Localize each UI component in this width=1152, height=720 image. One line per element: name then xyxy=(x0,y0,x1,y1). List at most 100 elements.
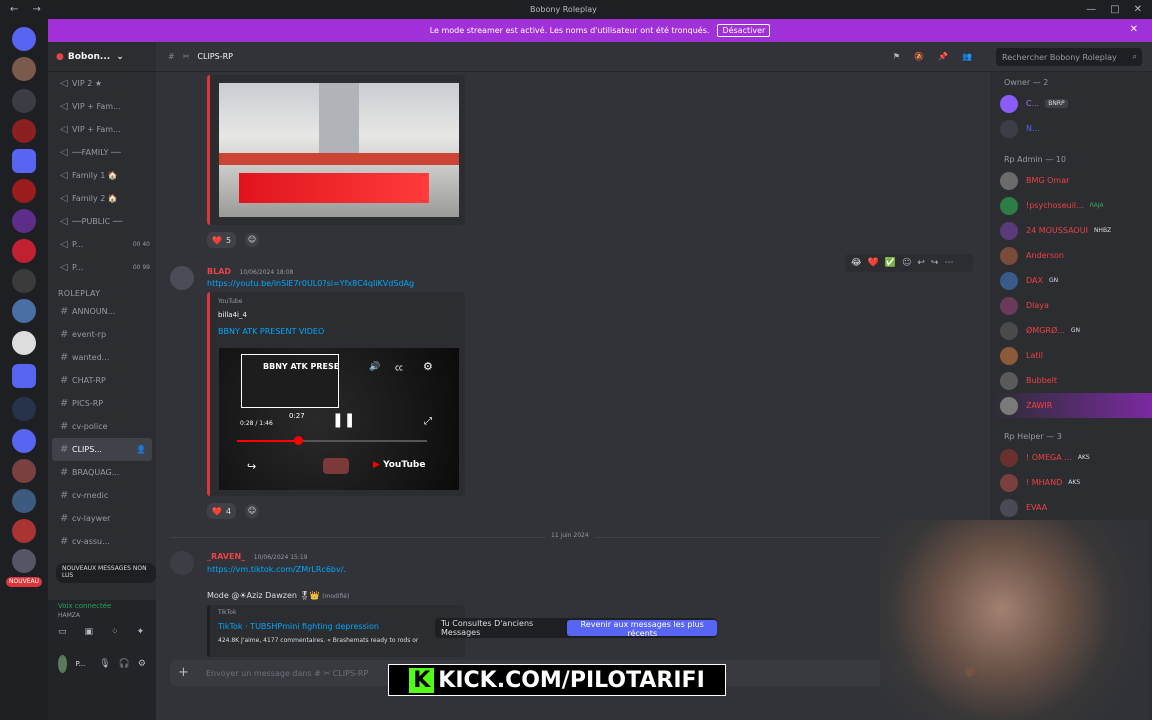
server-icon[interactable] xyxy=(12,429,36,453)
add-reaction-icon[interactable]: ☺ xyxy=(902,258,911,268)
author-name[interactable]: BLAD xyxy=(207,267,231,276)
reaction-heart[interactable]: ❤️ 5 xyxy=(207,232,237,248)
channel-item[interactable]: # cv-medic xyxy=(48,484,156,507)
server-icon[interactable] xyxy=(12,57,36,81)
server-icon[interactable] xyxy=(12,269,36,293)
member-item[interactable]: 24 MOUSSAOUI NHBZ xyxy=(990,218,1152,243)
channel-item[interactable]: # cv-police xyxy=(48,415,156,438)
channel-item[interactable]: # PICS-RP xyxy=(48,392,156,415)
member-item[interactable]: ! MHAND AKS xyxy=(990,470,1152,495)
channel-item[interactable]: # BRAQUAG... xyxy=(48,461,156,484)
headset-icon[interactable]: 🎧 xyxy=(119,659,130,669)
members-icon[interactable]: 👥 xyxy=(962,52,972,61)
progress-handle[interactable] xyxy=(294,436,303,445)
disable-streamer-button[interactable]: Désactiver xyxy=(717,24,771,37)
channel-item-selected[interactable]: # CLIPS... 👤 xyxy=(52,438,152,461)
server-icon[interactable] xyxy=(12,119,36,143)
member-item[interactable]: ! OMEGA ... AKS xyxy=(990,445,1152,470)
channel-item[interactable]: # cv-laywer xyxy=(48,507,156,530)
screen-share-icon[interactable]: ▣ xyxy=(85,627,94,637)
search-input[interactable]: Rechercher Bobony Roleplay ⌕ xyxy=(996,48,1142,66)
pin-icon[interactable]: 📌 xyxy=(938,52,948,61)
channel-item[interactable]: ◁ P... 00 40 xyxy=(48,233,156,256)
member-item[interactable]: Bubbelt xyxy=(990,368,1152,393)
channel-item[interactable]: ◁ Family 1 🏠 xyxy=(48,164,156,187)
member-item[interactable]: N... xyxy=(990,116,1152,141)
reaction-heart[interactable]: ❤️ 4 xyxy=(207,503,237,519)
pause-icon[interactable]: ❚❚ xyxy=(332,412,355,428)
fullscreen-icon[interactable]: ⤢ xyxy=(424,416,432,427)
message-link[interactable]: https://vm.tiktok.com/ZMrLRc6bv/. xyxy=(207,565,346,574)
avatar[interactable] xyxy=(170,266,194,290)
maximize-icon[interactable]: □ xyxy=(1110,4,1119,15)
jump-to-present-button[interactable]: Revenir aux messages les plus récents xyxy=(567,620,717,638)
server-icon[interactable] xyxy=(12,239,36,263)
new-messages-pill[interactable]: NOUVEAUX MESSAGES NON LUS xyxy=(56,563,156,583)
message-link[interactable]: https://youtu.be/inSlE7r0UL0?si=Yfx8C4qI… xyxy=(207,279,414,288)
category-roleplay[interactable]: ROLEPLAY xyxy=(48,279,156,300)
author-name[interactable]: _RAVEN_ xyxy=(207,552,245,561)
server-icon[interactable] xyxy=(12,489,36,513)
channel-item[interactable]: ◁ VIP + Fam... xyxy=(48,118,156,141)
member-item[interactable]: ZAWIR xyxy=(990,393,1152,418)
server-icon[interactable] xyxy=(12,364,36,388)
server-icon[interactable] xyxy=(12,397,36,421)
home-icon[interactable] xyxy=(12,27,36,51)
volume-icon[interactable]: 🔊 xyxy=(369,362,380,372)
server-icon[interactable] xyxy=(12,459,36,483)
channel-item[interactable]: ◁ P... 00 99 xyxy=(48,256,156,279)
add-reaction-icon[interactable]: ☺ xyxy=(245,504,259,518)
embed-title[interactable]: BBNY ATK PRESENT VIDEO xyxy=(210,319,465,336)
forward-icon[interactable]: → xyxy=(32,4,40,15)
member-item[interactable]: ØMGRØ... GN xyxy=(990,318,1152,343)
server-icon[interactable] xyxy=(12,89,36,113)
close-banner-icon[interactable]: ✕ xyxy=(1130,24,1138,35)
avatar[interactable] xyxy=(170,551,194,575)
member-item[interactable]: C... BNRP xyxy=(990,91,1152,116)
server-icon[interactable] xyxy=(12,519,36,543)
add-attachment-icon[interactable]: + xyxy=(178,665,189,680)
channel-item[interactable]: ◁ ──FAMILY ── xyxy=(48,141,156,164)
reply-icon[interactable]: ↩ xyxy=(917,258,925,268)
settings-gear-icon[interactable]: ⚙ xyxy=(138,659,146,669)
add-reaction-icon[interactable]: ☺ xyxy=(245,233,259,247)
member-item[interactable]: BMG Omar xyxy=(990,168,1152,193)
server-icon[interactable] xyxy=(12,331,36,355)
reaction-laugh-icon[interactable]: 😂 xyxy=(851,258,862,268)
video-player[interactable]: BBNY ATK PRESE 🔊 ㏄ ⚙ 0:27 0:28 / 1:46 ❚❚… xyxy=(219,348,459,490)
avatar[interactable] xyxy=(58,655,68,673)
channel-item[interactable]: # wanted... xyxy=(48,346,156,369)
server-icon[interactable] xyxy=(12,299,36,323)
channel-item[interactable]: ◁ Family 2 🏠 xyxy=(48,187,156,210)
youtube-logo[interactable]: ▶ YouTube xyxy=(373,460,425,470)
back-icon[interactable]: ← xyxy=(10,4,18,15)
captions-icon[interactable]: ㏄ xyxy=(395,362,403,373)
channel-item[interactable]: ◁ ──PUBLIC ── xyxy=(48,210,156,233)
member-item[interactable]: !psychoseuil... RAJA xyxy=(990,193,1152,218)
channel-item[interactable]: ◁ VIP 2 ★ xyxy=(48,72,156,95)
close-window-icon[interactable]: ✕ xyxy=(1134,4,1142,15)
member-item[interactable]: Dlaya xyxy=(990,293,1152,318)
forward-icon[interactable]: ↪ xyxy=(931,258,939,268)
activity-icon[interactable]: ⁘ xyxy=(111,627,119,637)
channel-item[interactable]: # CHAT-RP xyxy=(48,369,156,392)
member-item[interactable]: Anderson xyxy=(990,243,1152,268)
server-header[interactable]: ● Bobon... ⌄ xyxy=(48,42,156,72)
member-item[interactable]: Latil xyxy=(990,343,1152,368)
thumbnail-avatar[interactable] xyxy=(323,458,349,474)
clip-thumbnail[interactable] xyxy=(219,83,459,217)
reaction-heart-icon[interactable]: ❤️ xyxy=(868,258,879,268)
reaction-check-icon[interactable]: ✅ xyxy=(885,258,896,268)
channel-item[interactable]: # event-rp xyxy=(48,323,156,346)
minimize-icon[interactable]: — xyxy=(1086,4,1096,15)
member-item[interactable]: EVAA xyxy=(990,495,1152,520)
notifications-icon[interactable]: 🔕 xyxy=(914,52,924,61)
threads-icon[interactable]: ⚑ xyxy=(893,52,900,61)
server-icon[interactable] xyxy=(12,149,36,173)
channel-item[interactable]: # cv-assu... xyxy=(48,530,156,553)
channel-item[interactable]: ◁ VIP + Fam... xyxy=(48,95,156,118)
soundboard-icon[interactable]: ✦ xyxy=(137,627,145,637)
camera-icon[interactable]: ▭ xyxy=(58,627,67,637)
member-item[interactable]: DAX GN xyxy=(990,268,1152,293)
embed-title[interactable]: TikTok · TUBSHPmini fighting depression xyxy=(210,616,465,631)
